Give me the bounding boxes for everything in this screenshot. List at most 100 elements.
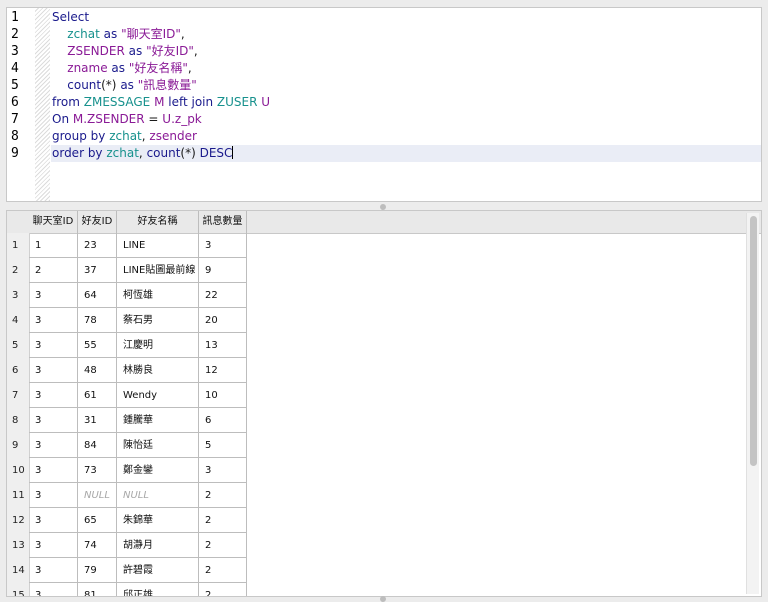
table-cell[interactable]: 3 — [29, 433, 78, 458]
sql-editor[interactable]: Select zchat as "聊天室ID", ZSENDER as "好友I… — [6, 7, 762, 202]
code-line[interactable]: from ZMESSAGE M left join ZUSER U — [51, 94, 761, 111]
table-cell[interactable]: 蔡石男 — [117, 308, 199, 333]
table-cell[interactable]: LINE貼圖最前線 — [117, 258, 199, 283]
row-number[interactable]: 11 — [7, 483, 29, 508]
table-cell[interactable]: 73 — [78, 458, 117, 483]
table-cell[interactable]: NULL — [78, 483, 117, 508]
table-cell[interactable]: 陳怡廷 — [117, 433, 199, 458]
table-cell[interactable]: 邱正雄 — [117, 583, 199, 596]
row-number[interactable]: 10 — [7, 458, 29, 483]
scrollbar-thumb[interactable] — [750, 216, 757, 466]
table-cell[interactable]: 13 — [199, 333, 247, 358]
row-number[interactable]: 12 — [7, 508, 29, 533]
table-cell[interactable]: 79 — [78, 558, 117, 583]
table-cell[interactable]: 朱錦華 — [117, 508, 199, 533]
table-cell[interactable]: 48 — [78, 358, 117, 383]
table-cell[interactable]: 1 — [29, 233, 78, 258]
table-cell[interactable]: 9 — [199, 258, 247, 283]
table-cell[interactable]: 5 — [199, 433, 247, 458]
column-header-message-count[interactable]: 訊息數量 — [199, 211, 247, 233]
table-cell[interactable]: 3 — [29, 383, 78, 408]
table-cell[interactable]: 23 — [78, 233, 117, 258]
line-number: 6 — [11, 95, 19, 110]
table-cell[interactable]: 3 — [29, 533, 78, 558]
table-cell[interactable]: 61 — [78, 383, 117, 408]
table-cell[interactable]: 3 — [29, 583, 78, 596]
table-cell[interactable]: 3 — [29, 333, 78, 358]
row-number[interactable]: 1 — [7, 233, 29, 258]
table-cell[interactable]: 64 — [78, 283, 117, 308]
table-cell[interactable]: 3 — [29, 558, 78, 583]
code-line[interactable]: zchat as "聊天室ID", — [51, 26, 761, 43]
table-cell[interactable]: 12 — [199, 358, 247, 383]
table-cell[interactable]: 2 — [199, 533, 247, 558]
gutter-fold-area — [35, 8, 50, 201]
table-cell[interactable]: 柯恆雄 — [117, 283, 199, 308]
table-cell[interactable]: 20 — [199, 308, 247, 333]
table-cell[interactable]: 3 — [29, 483, 78, 508]
table-cell[interactable]: 3 — [29, 458, 78, 483]
table-cell[interactable]: 鍾騰華 — [117, 408, 199, 433]
row-number[interactable]: 14 — [7, 558, 29, 583]
code-line[interactable]: order by zchat, count(*) DESC — [51, 145, 761, 162]
table-cell[interactable]: 3 — [199, 233, 247, 258]
row-number[interactable]: 13 — [7, 533, 29, 558]
code-line[interactable]: Select — [51, 9, 761, 26]
code-token: M — [150, 95, 169, 109]
column-header-chat-id[interactable]: 聊天室ID — [29, 211, 78, 233]
table-cell[interactable]: 2 — [199, 583, 247, 596]
table-cell[interactable]: 3 — [29, 508, 78, 533]
row-number[interactable]: 9 — [7, 433, 29, 458]
table-cell[interactable]: 10 — [199, 383, 247, 408]
code-token: M.ZSENDER — [72, 112, 145, 126]
code-line[interactable]: count(*) as "訊息數量" — [51, 77, 761, 94]
line-number: 1 — [11, 10, 19, 25]
table-cell[interactable]: NULL — [117, 483, 199, 508]
table-cell[interactable]: 31 — [78, 408, 117, 433]
vertical-scrollbar[interactable] — [746, 213, 759, 594]
code-token: order by — [52, 146, 107, 160]
table-cell[interactable]: 81 — [78, 583, 117, 596]
row-number[interactable]: 7 — [7, 383, 29, 408]
code-line[interactable]: group by zchat, zsender — [51, 128, 761, 145]
code-line[interactable]: zname as "好友名稱", — [51, 60, 761, 77]
table-cell[interactable]: 胡瀞月 — [117, 533, 199, 558]
table-cell[interactable]: 37 — [78, 258, 117, 283]
table-cell[interactable]: 2 — [199, 558, 247, 583]
code-line[interactable]: On M.ZSENDER = U.z_pk — [51, 111, 761, 128]
table-cell[interactable]: 林勝良 — [117, 358, 199, 383]
table-cell[interactable]: 6 — [199, 408, 247, 433]
table-cell[interactable]: 2 — [29, 258, 78, 283]
table-cell[interactable]: 55 — [78, 333, 117, 358]
table-cell[interactable]: 江慶明 — [117, 333, 199, 358]
table-cell[interactable]: 2 — [199, 483, 247, 508]
column-header-friend-name[interactable]: 好友名稱 — [117, 211, 199, 233]
row-number[interactable]: 6 — [7, 358, 29, 383]
table-cell[interactable]: 3 — [199, 458, 247, 483]
code-line[interactable]: ZSENDER as "好友ID", — [51, 43, 761, 60]
table-cell[interactable]: 許碧霞 — [117, 558, 199, 583]
table-cell[interactable]: LINE — [117, 233, 199, 258]
row-number[interactable]: 4 — [7, 308, 29, 333]
results-grid[interactable]: 1 1 23 LINE 3 2 2 37 LINE貼圖最前線 9 3 3 64 柯恆雄 22 4 3 78 蔡石男 2… — [6, 210, 762, 597]
table-cell[interactable]: 3 — [29, 408, 78, 433]
table-cell[interactable]: 3 — [29, 283, 78, 308]
row-number[interactable]: 3 — [7, 283, 29, 308]
row-number[interactable]: 2 — [7, 258, 29, 283]
table-cell[interactable]: 84 — [78, 433, 117, 458]
table-cell[interactable]: 鄭金鑾 — [117, 458, 199, 483]
table-cell[interactable]: 3 — [29, 358, 78, 383]
bottom-splitter-handle[interactable] — [380, 596, 386, 602]
row-number[interactable]: 15 — [7, 583, 29, 596]
table-cell[interactable]: Wendy — [117, 383, 199, 408]
table-cell[interactable]: 3 — [29, 308, 78, 333]
row-number[interactable]: 8 — [7, 408, 29, 433]
column-header-friend-id[interactable]: 好友ID — [78, 211, 117, 233]
table-cell[interactable]: 78 — [78, 308, 117, 333]
table-cell[interactable]: 74 — [78, 533, 117, 558]
table-cell[interactable]: 65 — [78, 508, 117, 533]
table-cell[interactable]: 2 — [199, 508, 247, 533]
table-cell[interactable]: 22 — [199, 283, 247, 308]
row-number[interactable]: 5 — [7, 333, 29, 358]
